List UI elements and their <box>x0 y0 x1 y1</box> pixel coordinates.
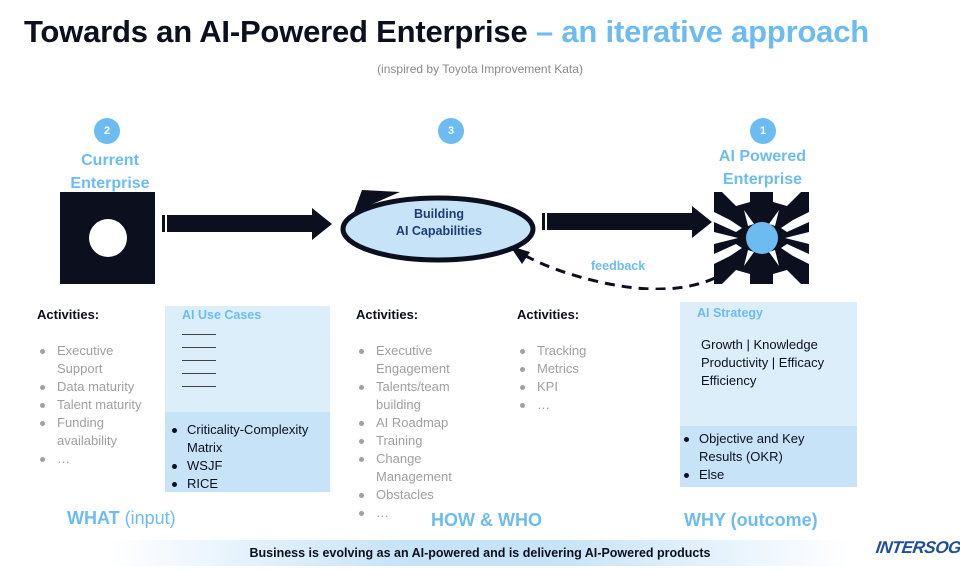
what-bold: WHAT <box>67 508 120 528</box>
why-section-label: WHY (outcome) <box>684 510 818 530</box>
how-activities-list: Executive Engagement Talents/team buildi… <box>356 342 481 522</box>
subtitle: (inspired by Toyota Improvement Kata) <box>377 62 583 76</box>
arrow-right-icon <box>162 208 332 240</box>
list-item: KPI <box>517 378 637 396</box>
ai-strategy-title: AI Strategy <box>697 306 763 320</box>
list-item: Data maturity <box>37 378 162 396</box>
page-title: Towards an AI-Powered Enterprise – an it… <box>24 14 869 50</box>
step-badge-1: 1 <box>750 118 776 144</box>
how-section-label: HOW & WHO <box>431 510 542 530</box>
ai-strategy-methods-panel: Objective and Key Results (OKR) Else <box>680 426 857 487</box>
ai-use-cases-methods-panel: Criticality-Complexity Matrix WSJF RICE <box>165 412 330 492</box>
square-with-circle-icon <box>60 192 155 284</box>
list-item: Talents/team building <box>356 378 481 414</box>
list-item: Change Management <box>356 450 481 486</box>
placeholder-line <box>182 386 216 387</box>
step-badge-2: 2 <box>94 118 120 144</box>
how-activities-header: Activities: <box>356 307 419 322</box>
strategy-goals: Growth | Knowledge Productivity | Effica… <box>701 336 857 390</box>
measure-activities-header: Activities: <box>517 307 580 322</box>
what-section-label: WHAT (input) <box>67 508 176 529</box>
list-item: Metrics <box>517 360 637 378</box>
label-line-2: Enterprise <box>722 171 803 188</box>
arrow-right-icon <box>542 206 712 238</box>
list-item: … <box>37 450 162 468</box>
list-item: Funding availability <box>37 414 162 450</box>
placeholder-line <box>182 334 216 335</box>
list-item: Criticality-Complexity Matrix <box>169 421 319 457</box>
title-main: Towards an AI-Powered Enterprise <box>24 14 528 49</box>
label-line-1: AI Powered <box>718 148 807 165</box>
label-line-1: Building <box>414 207 464 221</box>
measure-activities-list: Tracking Metrics KPI … <box>517 342 637 414</box>
placeholder-line <box>182 347 216 348</box>
strategy-goal-line: Efficiency <box>701 373 757 388</box>
building-ai-capabilities-label: Building AI Capabilities <box>364 206 514 240</box>
label-line-1: Current <box>81 152 139 169</box>
list-item: Objective and Key Results (OKR) <box>681 430 846 466</box>
list-item: AI Roadmap <box>356 414 481 432</box>
list-item: Executive Support <box>37 342 162 378</box>
list-item: Talent maturity <box>37 396 162 414</box>
what-activities-header: Activities: <box>37 307 100 322</box>
ai-use-cases-panel: AI Use Cases <box>165 306 330 412</box>
banner-text: Business is evolving as an AI-powered an… <box>249 546 711 560</box>
placeholder-line <box>182 373 216 374</box>
placeholder-lines <box>182 334 330 387</box>
list-item: Obstacles <box>356 486 481 504</box>
list-item: Executive Engagement <box>356 342 481 378</box>
title-accent: – an iterative approach <box>527 14 869 49</box>
ai-strategy-panel: AI Strategy Growth | Knowledge Productiv… <box>680 302 857 426</box>
label-line-2: AI Capabilities <box>395 224 483 238</box>
intersog-logo: INTERSOG <box>874 538 960 557</box>
list-item: RICE <box>169 475 319 493</box>
what-rest: (input) <box>119 508 176 528</box>
list-item: … <box>517 396 637 414</box>
converging-arrows-icon <box>714 192 809 284</box>
feedback-label: feedback <box>591 259 646 273</box>
current-enterprise-label: Current Enterprise <box>40 149 180 195</box>
ai-use-cases-title: AI Use Cases <box>182 308 262 322</box>
strategy-goal-line: Growth | Knowledge <box>701 337 818 352</box>
list-item: WSJF <box>169 457 319 475</box>
list-item: Tracking <box>517 342 637 360</box>
ai-powered-enterprise-label: AI Powered Enterprise <box>690 145 835 191</box>
list-item: Else <box>681 466 846 484</box>
what-activities-list: Executive Support Data maturity Talent m… <box>37 342 162 468</box>
prioritization-methods-list: Criticality-Complexity Matrix WSJF RICE <box>169 421 319 493</box>
strategy-goal-line: Productivity | Efficacy <box>701 355 825 370</box>
placeholder-line <box>182 360 216 361</box>
strategy-methods-list: Objective and Key Results (OKR) Else <box>681 430 846 484</box>
step-badge-3: 3 <box>438 118 464 144</box>
list-item: Training <box>356 432 481 450</box>
